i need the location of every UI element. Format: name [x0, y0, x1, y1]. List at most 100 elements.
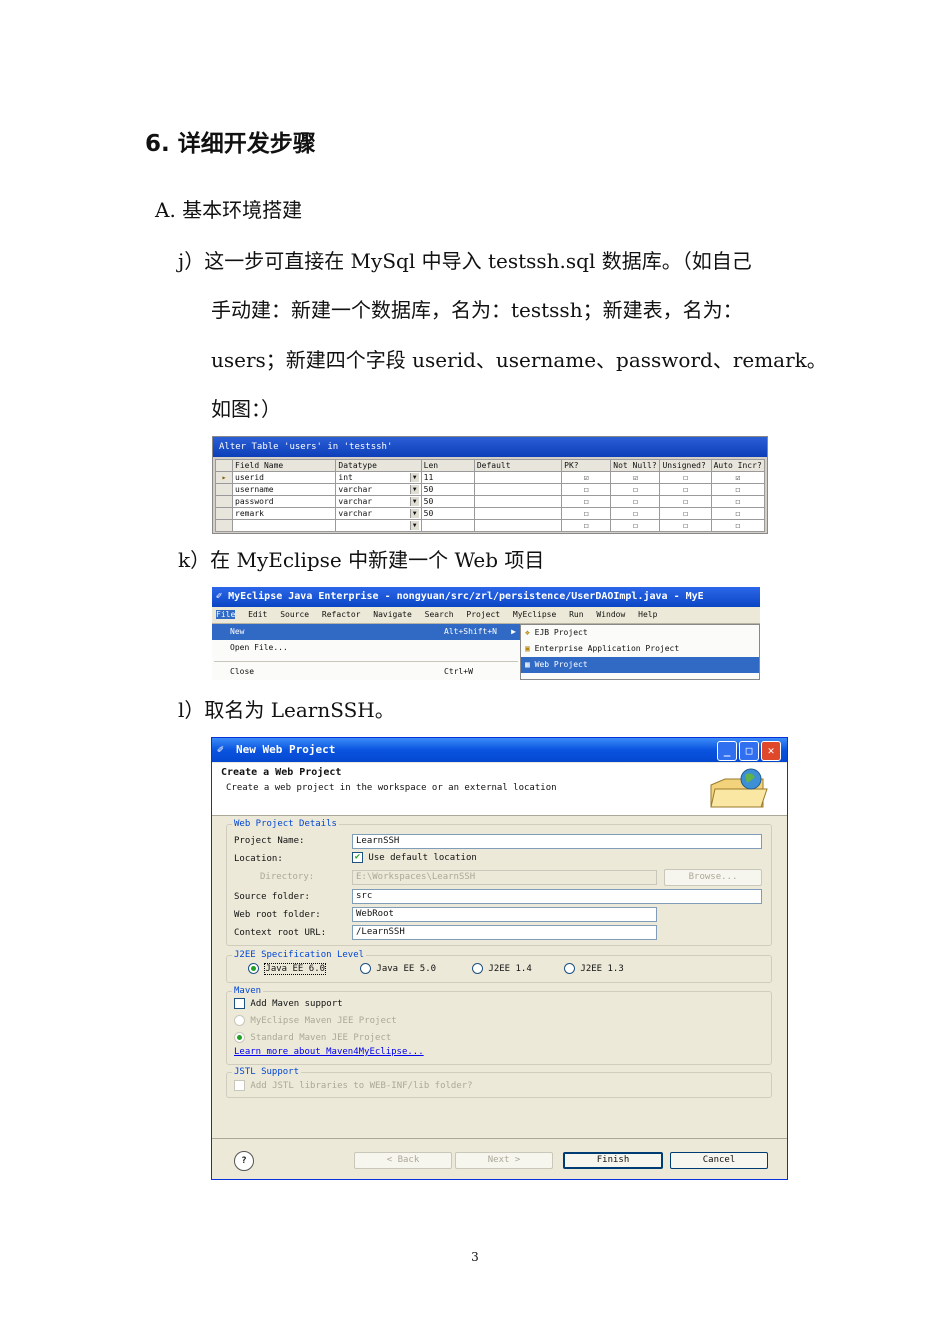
- menu-project[interactable]: Project: [466, 610, 500, 619]
- submenu-item-label: Enterprise Application Project: [534, 644, 680, 653]
- radio-standard-maven[interactable]: Standard Maven JEE Project: [234, 1032, 391, 1043]
- submenu-item-ejb-project[interactable]: ❖ EJB Project: [521, 625, 759, 641]
- table-row[interactable]: remark varchar ▼ 50 ☐ ☐ ☐ ☐: [214, 507, 766, 520]
- add-maven-checkbox[interactable]: Add Maven support: [234, 998, 343, 1009]
- menu-help[interactable]: Help: [638, 610, 657, 619]
- radio-icon: [472, 963, 483, 974]
- pk-checkbox[interactable]: ☐: [561, 483, 612, 496]
- back-button[interactable]: < Back: [354, 1152, 452, 1169]
- auto-incr-checkbox[interactable]: ☑: [710, 471, 766, 484]
- project-name-input[interactable]: LearnSSH: [352, 834, 762, 849]
- new-submenu: ❖ EJB Project ▣ Enterprise Application P…: [520, 624, 760, 680]
- unsigned-checkbox[interactable]: ☐: [659, 471, 712, 484]
- add-jstl-checkbox[interactable]: Add JSTL libraries to WEB-INF/lib folder…: [234, 1080, 473, 1091]
- radio-java-ee-5[interactable]: Java EE 5.0: [360, 963, 436, 974]
- unsigned-checkbox[interactable]: ☐: [659, 519, 712, 532]
- menu-refactor[interactable]: Refactor: [322, 610, 361, 619]
- menu-window[interactable]: Window: [596, 610, 625, 619]
- menu-item-close[interactable]: Close Ctrl+W: [212, 664, 520, 680]
- table-row[interactable]: password varchar ▼ 50 ☐ ☐ ☐ ☐: [214, 495, 766, 508]
- radio-j2ee-14[interactable]: J2EE 1.4: [472, 963, 532, 974]
- field-name-cell[interactable]: [232, 519, 337, 532]
- len-cell[interactable]: 11: [420, 471, 475, 484]
- datatype-cell[interactable]: ▼: [335, 519, 422, 532]
- field-name-cell[interactable]: remark: [232, 507, 337, 520]
- dropdown-arrow-icon[interactable]: ▼: [409, 497, 419, 506]
- auto-incr-checkbox[interactable]: ☐: [710, 495, 766, 508]
- pk-checkbox[interactable]: ☐: [561, 519, 612, 532]
- radio-java-ee-6[interactable]: Java EE 6.0: [248, 963, 327, 975]
- default-cell[interactable]: [473, 507, 563, 520]
- radio-j2ee-13[interactable]: J2EE 1.3: [564, 963, 624, 974]
- auto-incr-checkbox[interactable]: ☐: [710, 483, 766, 496]
- cancel-button[interactable]: Cancel: [670, 1152, 768, 1169]
- source-folder-input[interactable]: src: [352, 889, 762, 904]
- help-icon[interactable]: ?: [234, 1151, 254, 1171]
- auto-incr-checkbox[interactable]: ☐: [710, 507, 766, 520]
- len-cell[interactable]: 50: [420, 483, 475, 496]
- not-null-checkbox[interactable]: ☐: [610, 495, 661, 508]
- menu-run[interactable]: Run: [569, 610, 583, 619]
- myeclipse-titlebar: ✐ MyEclipse Java Enterprise - nongyuan/s…: [212, 587, 760, 607]
- not-null-checkbox[interactable]: ☐: [610, 483, 661, 496]
- menu-file[interactable]: File: [216, 610, 236, 619]
- len-cell[interactable]: 50: [420, 495, 475, 508]
- submenu-item-enterprise-project[interactable]: ▣ Enterprise Application Project: [521, 641, 759, 657]
- not-null-checkbox[interactable]: ☑: [610, 471, 661, 484]
- pk-checkbox[interactable]: ☐: [561, 507, 612, 520]
- unsigned-checkbox[interactable]: ☐: [659, 483, 712, 496]
- default-cell[interactable]: [473, 495, 563, 508]
- close-button[interactable]: ✕: [761, 741, 781, 761]
- minimize-button[interactable]: _: [717, 741, 737, 761]
- radio-myeclipse-maven[interactable]: MyEclipse Maven JEE Project: [234, 1015, 397, 1026]
- dropdown-arrow-icon[interactable]: ▼: [409, 521, 419, 530]
- menu-myeclipse[interactable]: MyEclipse: [513, 610, 556, 619]
- maven-learn-more-link[interactable]: Learn more about Maven4MyEclipse...: [234, 1047, 424, 1057]
- len-cell[interactable]: [420, 519, 475, 532]
- table-row[interactable]: ▼ ☐ ☐ ☐ ☐: [214, 519, 766, 532]
- pk-checkbox[interactable]: ☑: [561, 471, 612, 484]
- menu-edit[interactable]: Edit: [248, 610, 267, 619]
- datatype-cell[interactable]: int ▼: [335, 471, 422, 484]
- directory-input[interactable]: E:\Workspaces\LearnSSH: [352, 870, 657, 885]
- context-root-input[interactable]: /LearnSSH: [352, 925, 657, 940]
- row-indicator: [214, 495, 234, 508]
- pk-checkbox[interactable]: ☐: [561, 495, 612, 508]
- table-row[interactable]: ▸ userid int ▼ 11 ☑ ☑ ☐ ☑: [214, 471, 766, 484]
- datatype-cell[interactable]: varchar ▼: [335, 483, 422, 496]
- auto-incr-checkbox[interactable]: ☐: [710, 519, 766, 532]
- maximize-button[interactable]: □: [739, 741, 759, 761]
- not-null-checkbox[interactable]: ☐: [610, 519, 661, 532]
- menu-search[interactable]: Search: [425, 610, 454, 619]
- use-default-location-checkbox[interactable]: ✔ Use default location: [352, 852, 477, 863]
- menu-source[interactable]: Source: [280, 610, 309, 619]
- field-name-cell[interactable]: userid: [232, 471, 337, 484]
- dropdown-arrow-icon[interactable]: ▼: [409, 485, 419, 494]
- window-title: MyEclipse Java Enterprise - nongyuan/src…: [228, 591, 704, 602]
- dropdown-arrow-icon[interactable]: ▼: [409, 473, 419, 482]
- menu-item-new[interactable]: New Alt+Shift+N ▶: [212, 624, 520, 640]
- datatype-cell[interactable]: varchar ▼: [335, 495, 422, 508]
- j2ee-group-label: J2EE Specification Level: [232, 950, 367, 960]
- unsigned-checkbox[interactable]: ☐: [659, 507, 712, 520]
- finish-button[interactable]: Finish: [563, 1152, 663, 1169]
- submenu-item-web-project[interactable]: ▦ Web Project: [521, 657, 759, 673]
- menu-item-open-file[interactable]: Open File...: [212, 640, 520, 656]
- dialog-title: New Web Project: [236, 743, 336, 756]
- menu-navigate[interactable]: Navigate: [373, 610, 412, 619]
- default-cell[interactable]: [473, 483, 563, 496]
- web-root-input[interactable]: WebRoot: [352, 907, 657, 922]
- default-cell[interactable]: [473, 471, 563, 484]
- default-cell[interactable]: [473, 519, 563, 532]
- datatype-cell[interactable]: varchar ▼: [335, 507, 422, 520]
- next-button[interactable]: Next >: [455, 1152, 553, 1169]
- dropdown-arrow-icon[interactable]: ▼: [409, 509, 419, 518]
- len-cell[interactable]: 50: [420, 507, 475, 520]
- datatype-value: int: [338, 473, 353, 482]
- field-name-cell[interactable]: username: [232, 483, 337, 496]
- table-row[interactable]: username varchar ▼ 50 ☐ ☐ ☐ ☐: [214, 483, 766, 496]
- field-name-cell[interactable]: password: [232, 495, 337, 508]
- browse-button[interactable]: Browse...: [664, 869, 762, 886]
- unsigned-checkbox[interactable]: ☐: [659, 495, 712, 508]
- not-null-checkbox[interactable]: ☐: [610, 507, 661, 520]
